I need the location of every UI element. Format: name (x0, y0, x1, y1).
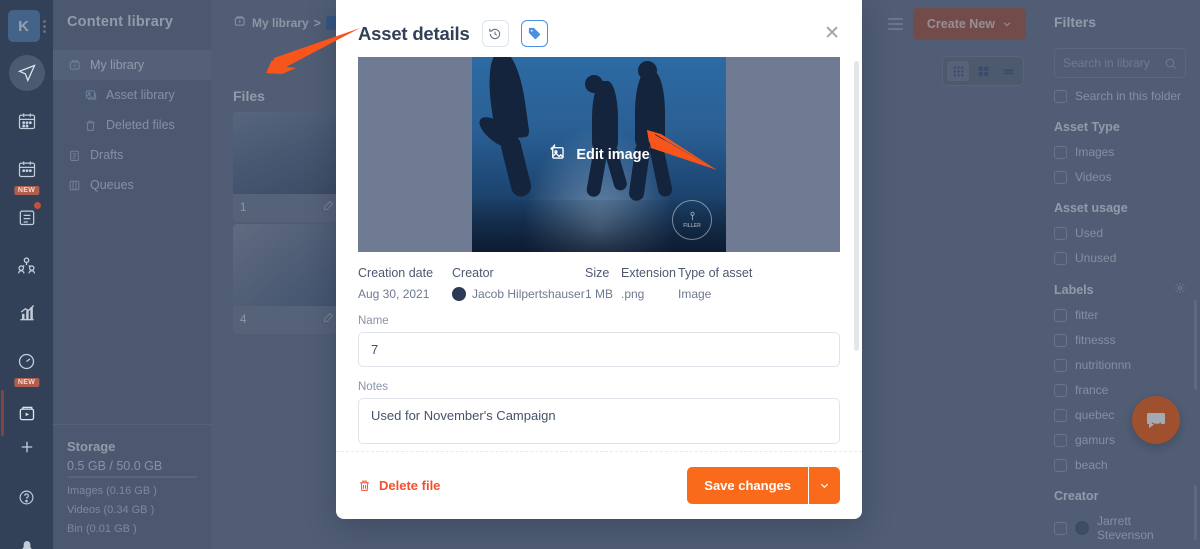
modal-body: FILLER Edit image Creation date Aug 30, … (336, 57, 862, 451)
meta-value: Aug 30, 2021 (358, 287, 430, 301)
notes-label: Notes (358, 381, 389, 393)
save-options-chevron-down-icon[interactable] (808, 467, 840, 504)
creator-avatar (452, 287, 466, 301)
meta-size: Size 1 MB (585, 266, 621, 301)
rail-badge-new: NEW (13, 186, 40, 195)
modal-scrollbar[interactable] (854, 61, 859, 351)
modal-footer: Delete file Save changes (336, 451, 862, 519)
tasks-notification-dot (33, 202, 41, 209)
edit-image-icon (548, 143, 567, 166)
tag-icon[interactable] (520, 20, 548, 47)
meta-header: Extension (621, 266, 676, 280)
name-field-group: Name 7 (336, 301, 862, 367)
delete-file-label: Delete file (379, 478, 441, 493)
save-changes-group: Save changes (687, 467, 840, 504)
history-icon[interactable] (481, 20, 509, 47)
modal-header: Asset details ✕ (336, 0, 862, 57)
edit-image-label: Edit image (576, 146, 650, 163)
name-input[interactable]: 7 (358, 332, 840, 367)
trash-icon (360, 480, 369, 491)
notes-input[interactable]: Used for November's Campaign (358, 398, 840, 444)
meta-value: Jacob Hilpertshauser (472, 287, 585, 301)
app-root: K NEW NEW Content library My library Ass… (0, 0, 1200, 549)
meta-value: 1 MB (585, 287, 614, 301)
asset-preview[interactable]: FILLER Edit image (358, 57, 840, 252)
meta-header: Size (585, 266, 610, 280)
notes-field-group: Notes Used for November's Campaign (336, 367, 862, 444)
meta-header: Creation date (358, 266, 434, 280)
name-label: Name (358, 315, 389, 327)
edit-image-overlay[interactable]: Edit image (358, 57, 840, 252)
asset-metadata: Creation date Aug 30, 2021 Creator Jacob… (336, 252, 862, 301)
delete-file-button[interactable]: Delete file (358, 478, 440, 493)
meta-creator: Creator Jacob Hilpertshauser (452, 266, 585, 301)
close-icon[interactable]: ✕ (824, 24, 840, 43)
rail-badge-new-2: NEW (13, 378, 40, 387)
meta-header: Type of asset (678, 266, 753, 280)
save-changes-button[interactable]: Save changes (687, 467, 808, 504)
meta-header: Creator (452, 266, 494, 280)
meta-creation-date: Creation date Aug 30, 2021 (358, 266, 452, 301)
meta-extension: Extension .png (621, 266, 678, 301)
meta-value: Image (678, 287, 712, 301)
meta-value: .png (621, 287, 645, 301)
meta-type-of-asset: Type of asset Image (678, 266, 752, 301)
page-title: Asset details (358, 22, 470, 44)
asset-details-modal: Asset details ✕ FILLER Edit image Creati… (336, 0, 862, 519)
meta-value-wrap: Jacob Hilpertshauser (452, 287, 585, 301)
